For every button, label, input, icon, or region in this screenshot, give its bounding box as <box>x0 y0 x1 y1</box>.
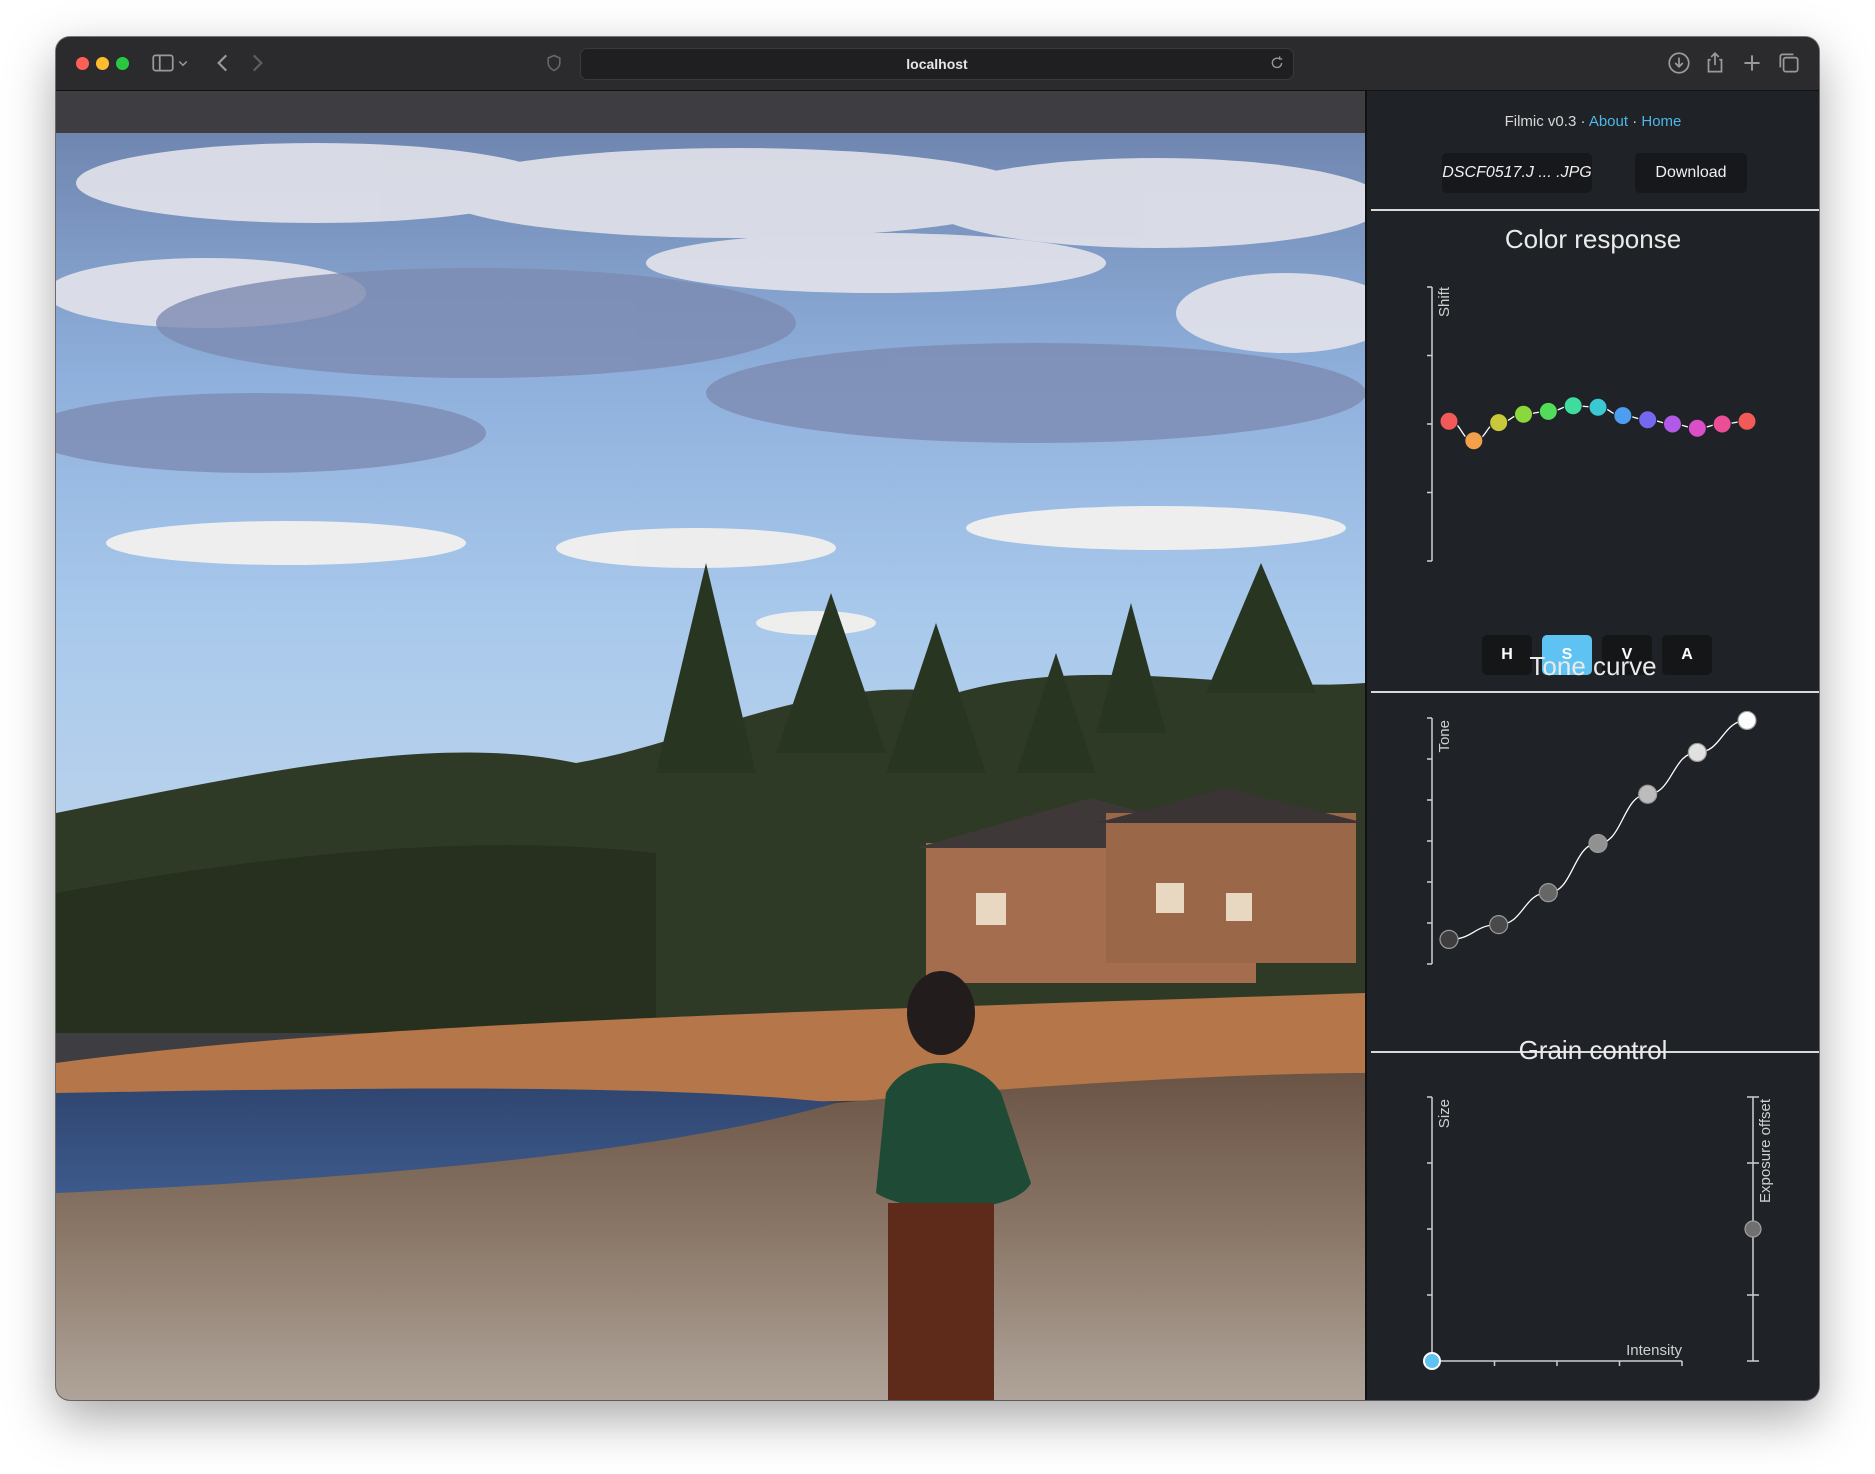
color-point-4[interactable] <box>1538 401 1558 421</box>
tone-point-2[interactable] <box>1538 883 1558 903</box>
tone-point-1[interactable] <box>1489 915 1509 935</box>
close-window-button[interactable] <box>76 57 89 70</box>
minimize-window-button[interactable] <box>96 57 109 70</box>
color-point-8[interactable] <box>1638 410 1658 430</box>
download-icon[interactable] <box>1666 50 1692 76</box>
tone-point-3[interactable] <box>1588 833 1608 854</box>
separator: · <box>1580 113 1586 130</box>
color-point-2[interactable] <box>1489 413 1509 433</box>
file-picker-button[interactable]: DSCF0517.J ... .JPG <box>1442 153 1592 193</box>
exposure-offset-label: Exposure offset <box>1757 1098 1774 1203</box>
plus-icon[interactable] <box>1739 50 1765 76</box>
exposure-offset-handle[interactable] <box>1744 1220 1762 1238</box>
tone-point-5[interactable] <box>1687 742 1707 763</box>
tone-point-6[interactable] <box>1737 710 1757 731</box>
color-point-1[interactable] <box>1464 431 1484 451</box>
app-header: Filmic v0.3 · About · Home <box>1367 113 1819 130</box>
color-point-6[interactable] <box>1588 397 1608 417</box>
color-point-3[interactable] <box>1514 404 1533 424</box>
grain-control-title: Grain control <box>1518 1035 1668 1065</box>
size-axis-label: Size <box>1436 1099 1453 1128</box>
intensity-axis-label: Intensity <box>1626 1342 1682 1359</box>
about-link[interactable]: About <box>1589 113 1628 130</box>
shield-icon[interactable] <box>544 50 564 76</box>
controls-panel: Filmic v0.3 · About · Home DSCF0517.J ..… <box>1365 91 1819 1400</box>
grain-control-graph[interactable]: Size Intensity Exposure offset <box>1397 1089 1782 1379</box>
section-divider <box>1371 691 1819 693</box>
page-content: Filmic v0.3 · About · Home DSCF0517.J ..… <box>56 91 1819 1400</box>
color-point-10[interactable] <box>1687 418 1707 438</box>
tone-curve-title: Tone curve <box>1529 651 1657 681</box>
tone-point-4[interactable] <box>1638 784 1658 804</box>
back-icon[interactable] <box>210 50 236 76</box>
sidebar-icon[interactable] <box>150 50 176 76</box>
separator: · <box>1632 113 1638 130</box>
color-point-11[interactable] <box>1712 414 1732 434</box>
color-point-5[interactable] <box>1563 396 1583 416</box>
shift-axis-label: Shift <box>1436 286 1453 317</box>
color-point-0[interactable] <box>1439 411 1459 431</box>
address-bar[interactable]: localhost <box>580 48 1294 80</box>
download-button[interactable]: Download <box>1635 153 1747 193</box>
tone-curve-graph[interactable]: Tone <box>1397 706 1782 986</box>
color-point-7[interactable] <box>1613 406 1633 426</box>
color-response-title: Color response <box>1504 224 1682 254</box>
color-response-graph[interactable]: Shift <box>1397 279 1782 579</box>
tone-axis-label: Tone <box>1436 720 1453 753</box>
color-point-12[interactable] <box>1737 411 1757 431</box>
tabs-icon[interactable] <box>1776 50 1802 76</box>
tone-point-0[interactable] <box>1439 929 1459 949</box>
url-text: localhost <box>906 56 968 72</box>
size-intensity-handle[interactable] <box>1423 1352 1441 1370</box>
color-point-9[interactable] <box>1663 414 1682 434</box>
browser-titlebar: localhost <box>56 37 1819 91</box>
image-canvas-area <box>56 91 1365 1400</box>
reload-icon[interactable] <box>1269 55 1285 71</box>
chevron-down-icon[interactable] <box>174 50 192 76</box>
forward-icon[interactable] <box>244 50 270 76</box>
share-icon[interactable] <box>1702 50 1728 76</box>
browser-window: localhost Filmic v0.3 · About · Home DSC… <box>56 37 1819 1400</box>
section-divider <box>1371 209 1819 211</box>
version-label: Filmic v0.3 <box>1504 113 1577 130</box>
home-link[interactable]: Home <box>1641 113 1681 130</box>
photo-preview[interactable] <box>56 133 1365 1400</box>
zoom-window-button[interactable] <box>116 57 129 70</box>
